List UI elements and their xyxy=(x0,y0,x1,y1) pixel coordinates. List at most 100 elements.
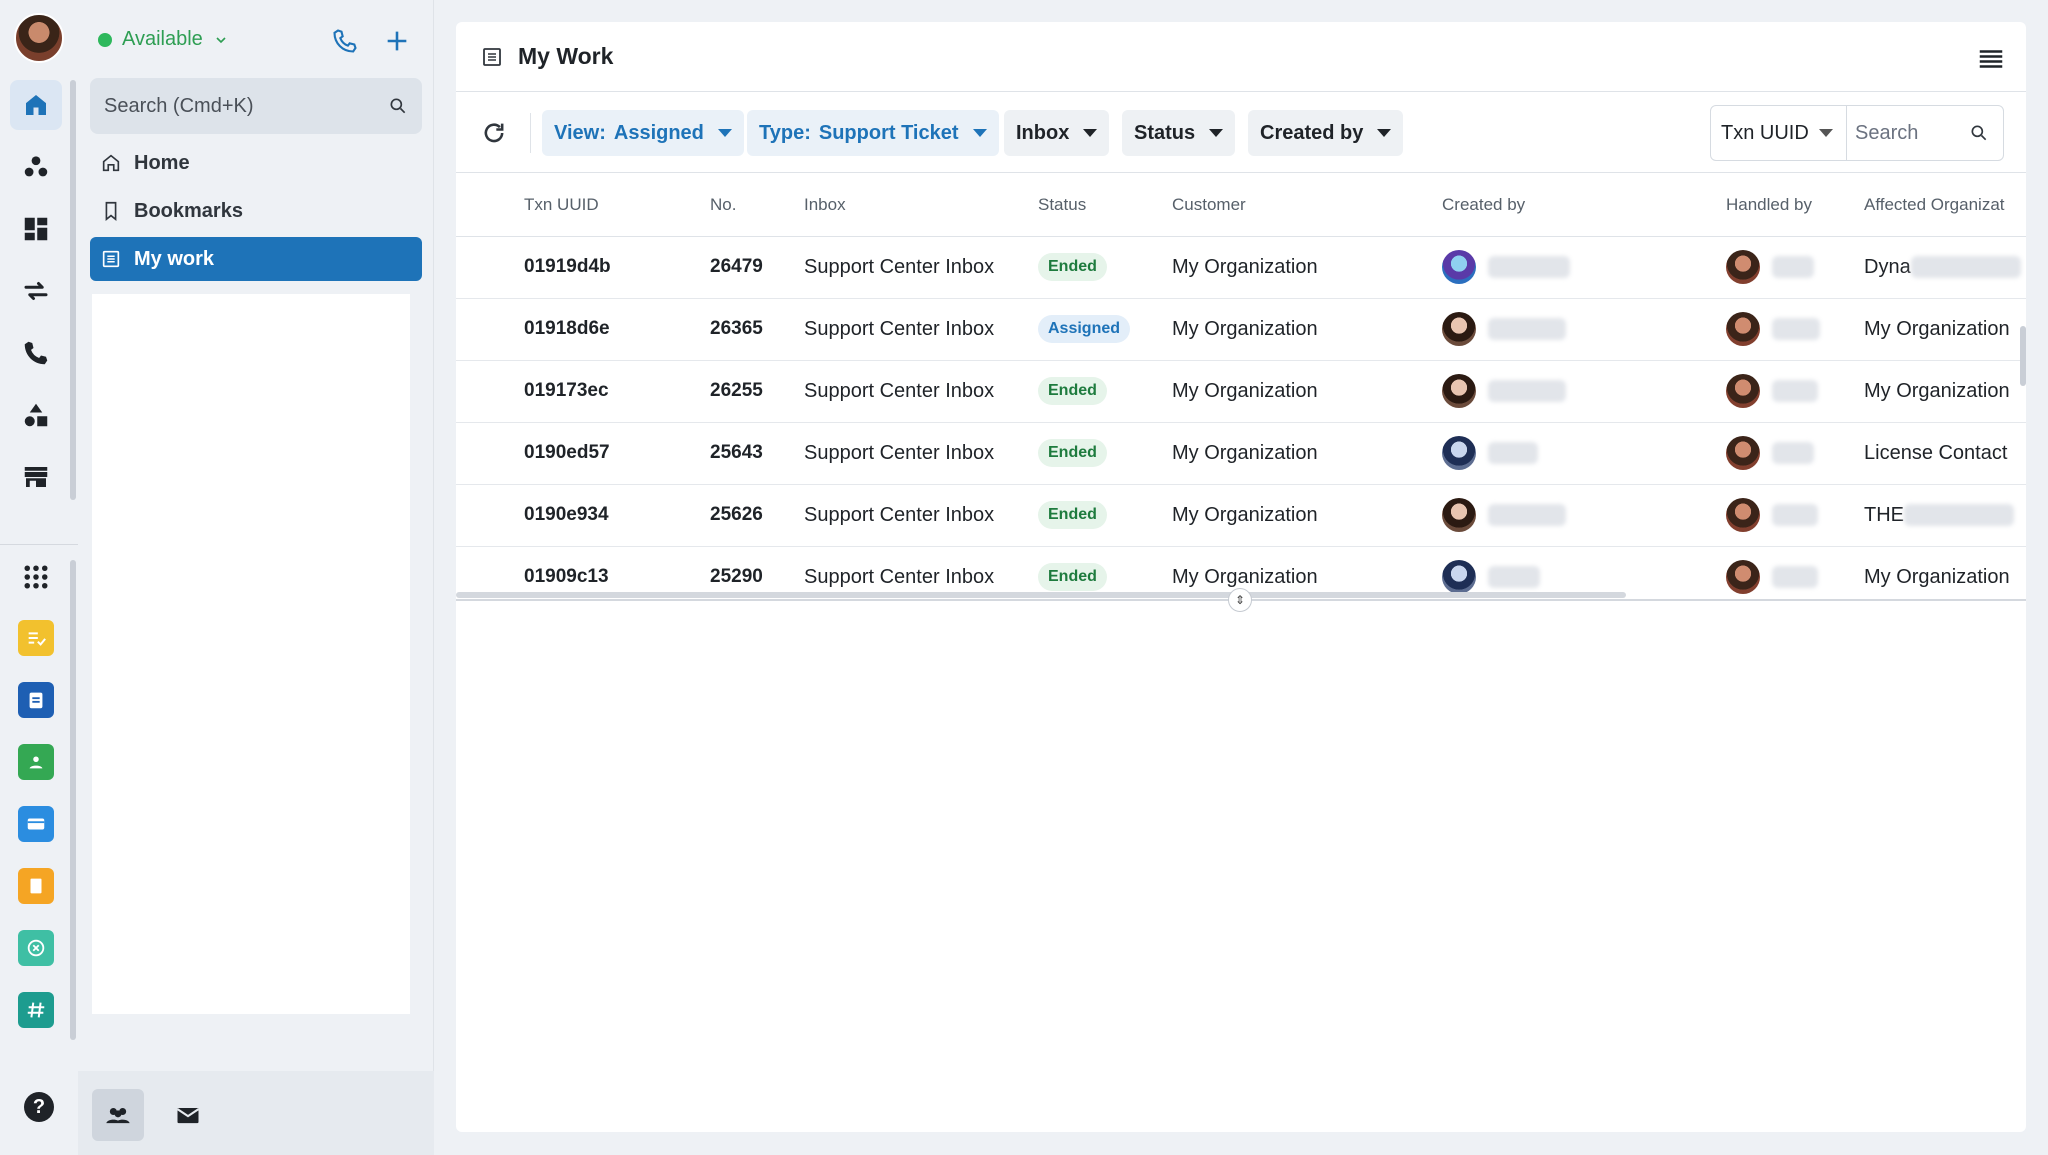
rail-scrollbar[interactable] xyxy=(70,80,76,500)
resize-handle-icon[interactable]: ⇕ xyxy=(1228,588,1252,612)
redacted-name xyxy=(1488,504,1566,526)
hamburger-menu-icon[interactable] xyxy=(1976,44,2006,74)
row-spacer xyxy=(456,236,524,299)
status-filter-label: Status xyxy=(1134,121,1196,144)
avatar xyxy=(1726,498,1760,532)
txn-uuid-cell[interactable]: 0190e934 xyxy=(524,484,710,547)
home-icon[interactable] xyxy=(10,80,62,130)
column-header[interactable]: Handled by xyxy=(1726,174,1864,237)
tasks-app-icon[interactable] xyxy=(18,620,54,656)
column-header[interactable]: Affected Organizat xyxy=(1864,174,2026,237)
phone-icon[interactable] xyxy=(10,328,62,378)
customer-cell: My Organization xyxy=(1172,484,1442,547)
presence-selector[interactable]: Available xyxy=(98,28,229,51)
card-app-icon[interactable] xyxy=(18,806,54,842)
column-header[interactable]: Customer xyxy=(1172,174,1442,237)
type-filter[interactable]: Type: Support Ticket xyxy=(747,110,999,156)
table-vertical-scrollbar[interactable] xyxy=(2020,326,2026,386)
column-header[interactable]: Created by xyxy=(1442,174,1726,237)
column-header[interactable]: Txn UUID xyxy=(524,174,710,237)
global-search[interactable]: Search (Cmd+K) xyxy=(90,78,422,134)
table-row[interactable]: 01918d6e 26365 Support Center Inbox Assi… xyxy=(456,298,2026,361)
phone-call-button[interactable] xyxy=(328,24,362,58)
help-icon[interactable]: ? xyxy=(24,1092,54,1122)
app-rail: ? xyxy=(0,0,78,1155)
redacted-name xyxy=(1488,318,1566,340)
column-header[interactable]: No. xyxy=(710,174,804,237)
type-filter-value: Support Ticket xyxy=(818,121,959,144)
affected-org-cell: My Organization xyxy=(1864,546,2026,600)
work-table: Txn UUID No. Inbox Status Customer Creat… xyxy=(456,174,2026,600)
search-icon xyxy=(390,98,406,114)
status-cell: Ended xyxy=(1038,360,1172,423)
plus-icon xyxy=(387,31,407,51)
close-circle-app-icon[interactable] xyxy=(18,930,54,966)
nav-label-bookmarks: Bookmarks xyxy=(134,199,243,222)
txn-uuid-cell[interactable]: 019173ec xyxy=(524,360,710,423)
dashboard-icon[interactable] xyxy=(10,204,62,254)
txn-search-group: Txn UUID Search xyxy=(1710,105,2004,161)
table-horizontal-scrollbar[interactable] xyxy=(456,592,1626,598)
clipboard-app-icon[interactable] xyxy=(18,682,54,718)
shapes-icon[interactable] xyxy=(10,390,62,440)
status-badge: Ended xyxy=(1038,501,1107,529)
redacted-name xyxy=(1772,256,1814,278)
column-header[interactable]: Inbox xyxy=(804,174,1038,237)
ticket-number-cell: 26365 xyxy=(710,298,804,361)
nav-item-home[interactable]: Home xyxy=(90,141,422,185)
inbox-filter[interactable]: Inbox xyxy=(1004,110,1110,156)
search-icon xyxy=(1971,125,1987,141)
ticket-number-cell: 26479 xyxy=(710,236,804,299)
main-panel: My Work View: Assigned Type: Support Tic… xyxy=(456,22,2026,1132)
txn-uuid-cell[interactable]: 01919d4b xyxy=(524,236,710,299)
caret-down-icon xyxy=(1083,129,1098,137)
inbox-cell: Support Center Inbox xyxy=(804,236,1038,299)
mail-button[interactable] xyxy=(162,1089,214,1141)
add-button[interactable] xyxy=(380,24,414,58)
store-icon[interactable] xyxy=(10,452,62,502)
created-by-filter-label: Created by xyxy=(1260,121,1364,144)
table-row[interactable]: 019173ec 26255 Support Center Inbox Ende… xyxy=(456,360,2026,423)
handled-by-cell xyxy=(1726,422,1864,485)
team-app-icon[interactable] xyxy=(18,744,54,780)
avatar xyxy=(1442,498,1476,532)
affected-org-cell: My Organization xyxy=(1864,298,2026,361)
redacted-name xyxy=(1488,442,1538,464)
nav-item-bookmarks[interactable]: Bookmarks xyxy=(90,189,422,233)
presence-dot xyxy=(98,32,112,47)
table-row[interactable]: 01919d4b 26479 Support Center Inbox Ende… xyxy=(456,236,2026,299)
view-filter-prefix: View: xyxy=(554,121,606,144)
apps-scrollbar[interactable] xyxy=(70,560,76,1040)
hashtag-app-icon[interactable] xyxy=(18,992,54,1028)
nav-label-home: Home xyxy=(134,151,190,174)
apps-grid-icon[interactable] xyxy=(10,552,62,602)
contacts-icon[interactable] xyxy=(10,142,62,192)
table-row[interactable]: 0190e934 25626 Support Center Inbox Ende… xyxy=(456,484,2026,547)
caret-down-icon xyxy=(1377,129,1392,137)
redacted-name xyxy=(1772,442,1814,464)
team-button[interactable] xyxy=(92,1089,144,1141)
redacted-name xyxy=(1772,566,1818,588)
created-by-cell xyxy=(1442,422,1726,485)
caret-down-icon xyxy=(1818,129,1833,137)
search-field-select[interactable]: Txn UUID xyxy=(1711,106,1847,160)
avatar xyxy=(1726,250,1760,284)
notes-app-icon[interactable] xyxy=(18,868,54,904)
status-badge: Ended xyxy=(1038,439,1107,467)
nav-item-my-work[interactable]: My work xyxy=(90,237,422,281)
status-filter[interactable]: Status xyxy=(1122,110,1236,156)
created-by-cell xyxy=(1442,484,1726,547)
transfer-icon[interactable] xyxy=(10,266,62,316)
redacted-name xyxy=(1910,256,2021,279)
user-avatar[interactable] xyxy=(14,13,64,63)
refresh-icon[interactable] xyxy=(480,119,508,147)
ticket-number-cell: 25643 xyxy=(710,422,804,485)
txn-search-input[interactable]: Search xyxy=(1847,122,2003,145)
txn-uuid-cell[interactable]: 01918d6e xyxy=(524,298,710,361)
created-by-filter[interactable]: Created by xyxy=(1248,110,1404,156)
view-filter[interactable]: View: Assigned xyxy=(542,110,744,156)
filter-toolbar: View: Assigned Type: Support Ticket Inbo… xyxy=(456,93,2026,173)
table-row[interactable]: 0190ed57 25643 Support Center Inbox Ende… xyxy=(456,422,2026,485)
txn-uuid-cell[interactable]: 0190ed57 xyxy=(524,422,710,485)
column-header[interactable]: Status xyxy=(1038,174,1172,237)
